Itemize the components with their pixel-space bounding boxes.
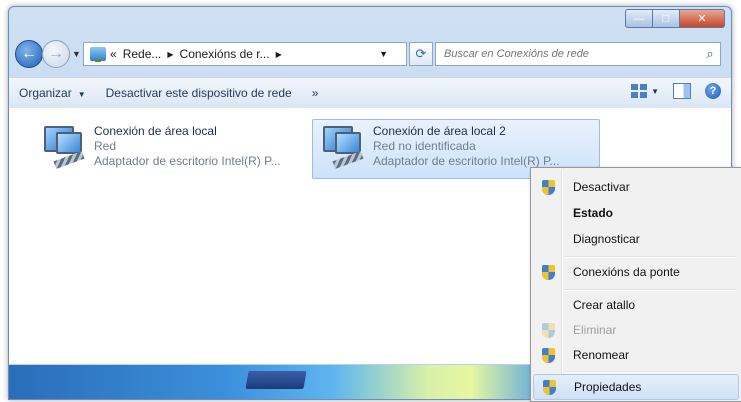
help-icon[interactable]: ?	[705, 83, 721, 99]
change-view-button[interactable]: ▼	[631, 84, 659, 98]
disable-device-button[interactable]: Desactivar este dispositivo de rede	[96, 86, 302, 100]
recent-pages-dropdown-icon[interactable]: ▼	[72, 49, 81, 59]
uac-shield-icon	[541, 264, 555, 280]
connection-name: Conexión de área local 2	[373, 124, 506, 138]
command-bar: Organizar ▼ Desactivar este dispositivo d…	[9, 77, 731, 109]
menu-item-create-shortcut[interactable]: Crear atallo	[533, 293, 739, 317]
menu-item-rename[interactable]: Renomear	[533, 343, 739, 367]
menu-item-label: Diagnosticar	[573, 232, 640, 246]
view-controls: ▼ ?	[631, 83, 721, 99]
organize-label: Organizar	[19, 86, 72, 100]
search-box[interactable]: ⌕	[435, 42, 721, 66]
menu-item-label: Eliminar	[573, 323, 617, 337]
search-input[interactable]	[436, 48, 700, 60]
network-connection-icon	[36, 122, 94, 170]
windows-logo	[245, 371, 307, 389]
menu-item-bridge-connections[interactable]: Conexións da ponte	[533, 260, 739, 284]
breadcrumb-network[interactable]: Rede...	[123, 47, 162, 61]
network-connection-icon	[315, 122, 373, 170]
minimize-button[interactable]: —	[625, 9, 653, 28]
more-commands-button[interactable]: »	[302, 86, 329, 100]
address-bar[interactable]: « Rede... ▶ Conexións de r... ▶ ▼	[83, 42, 407, 66]
connection-status: Red no identificada	[373, 139, 476, 153]
maximize-button[interactable]: □	[653, 9, 680, 28]
menu-separator	[565, 371, 737, 373]
chevron-down-icon: ▼	[77, 90, 86, 99]
forward-button[interactable]: →	[42, 40, 70, 68]
address-overflow-chevron[interactable]: «	[110, 47, 117, 61]
menu-item-diagnose[interactable]: Diagnosticar	[533, 227, 739, 251]
preview-pane-button[interactable]	[673, 83, 691, 99]
menu-item-label: Renomear	[573, 348, 630, 362]
context-menu: Desactivar Estado Diagnosticar Conexións…	[530, 167, 741, 402]
menu-item-label: Propiedades	[574, 380, 642, 394]
uac-shield-icon	[541, 179, 555, 195]
menu-separator	[565, 256, 737, 258]
view-icon	[631, 84, 648, 98]
back-button[interactable]: ←	[15, 40, 43, 68]
connection-item-local[interactable]: Conexión de área local Red Adaptador de …	[33, 119, 309, 179]
menu-item-label: Estado	[573, 206, 614, 220]
network-icon	[90, 47, 106, 62]
breadcrumb-separator-icon[interactable]: ▶	[167, 50, 173, 59]
close-button[interactable]: ✕	[680, 9, 725, 28]
address-dropdown-icon[interactable]: ▼	[379, 49, 388, 59]
search-icon[interactable]: ⌕	[700, 46, 720, 62]
navigation-bar: ← → ▼ « Rede... ▶ Conexións de r... ▶ ▼ …	[9, 37, 731, 71]
organize-button[interactable]: Organizar ▼	[9, 86, 96, 100]
breadcrumb-separator-icon[interactable]: ▶	[276, 50, 282, 59]
chevron-down-icon: ▼	[651, 86, 659, 96]
uac-shield-icon	[541, 347, 555, 363]
menu-item-label: Conexións da ponte	[573, 265, 680, 279]
menu-item-label: Crear atallo	[573, 298, 636, 312]
uac-shield-icon	[542, 379, 556, 395]
refresh-button[interactable]: ⟳	[409, 42, 433, 66]
menu-item-status[interactable]: Estado	[533, 201, 739, 225]
menu-item-properties[interactable]: Propiedades	[533, 374, 739, 400]
uac-shield-icon	[541, 322, 555, 338]
connection-adapter: Adaptador de escritorio Intel(R) P...	[94, 154, 281, 168]
connection-name: Conexión de área local	[94, 124, 217, 138]
breadcrumb-connections[interactable]: Conexións de r...	[180, 47, 270, 61]
connection-status: Red	[94, 139, 117, 153]
menu-item-delete: Eliminar	[533, 318, 739, 342]
caption-buttons: — □ ✕	[625, 9, 725, 28]
menu-item-label: Desactivar	[573, 180, 630, 194]
menu-item-disable[interactable]: Desactivar	[533, 175, 739, 199]
menu-separator	[565, 289, 737, 291]
